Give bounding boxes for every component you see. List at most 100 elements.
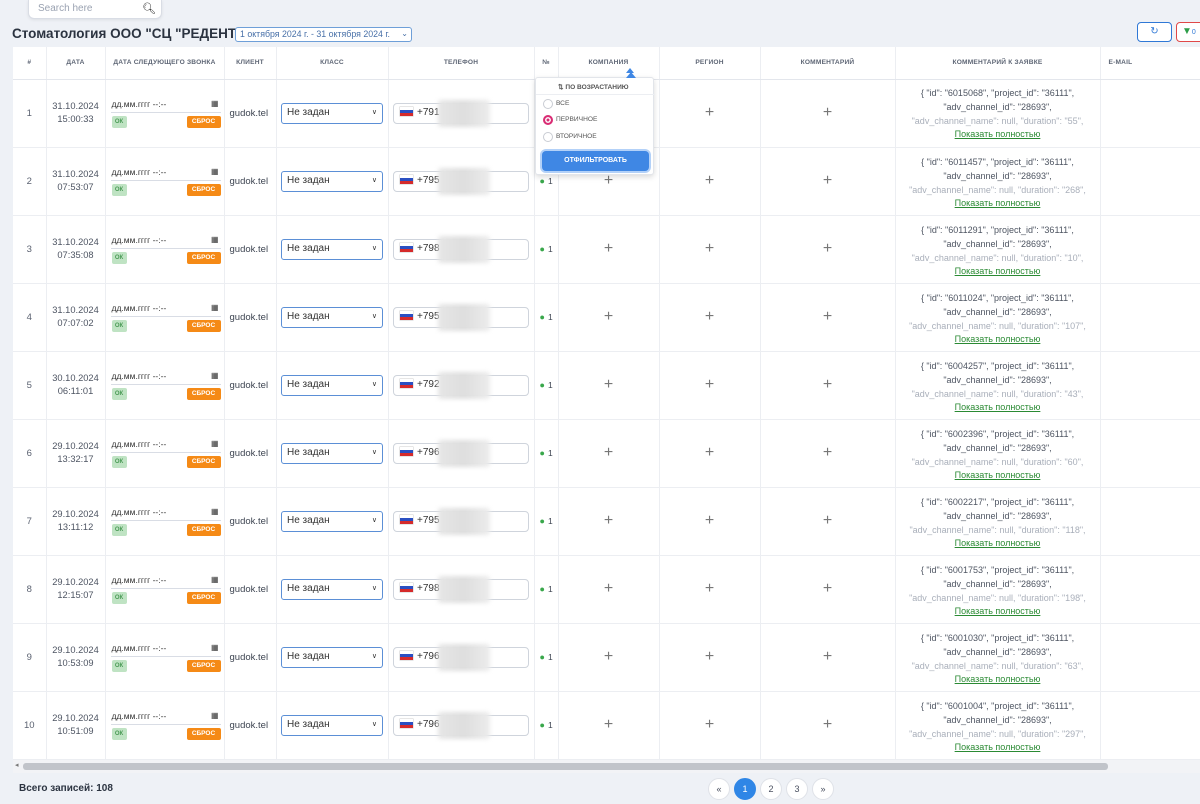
- filter-option-primary[interactable]: Первичное: [543, 114, 647, 126]
- search-icon[interactable]: 🔍︎: [142, 2, 156, 15]
- table-row[interactable]: 10 29.10.2024 10:51:09 дд.мм.гггг --:-- ▦ О…: [13, 691, 1200, 760]
- reset-button[interactable]: СБРОС: [186, 728, 221, 740]
- col-number-header[interactable]: №: [534, 47, 559, 80]
- ok-button[interactable]: ОК: [111, 184, 127, 196]
- col-class-header[interactable]: Класс: [276, 47, 389, 80]
- add-region-icon[interactable]: +: [705, 716, 714, 733]
- russia-flag-icon[interactable]: [400, 106, 413, 116]
- refresh-button[interactable]: ↻: [1137, 22, 1172, 42]
- add-company-icon[interactable]: +: [604, 376, 613, 393]
- add-comment-icon[interactable]: +: [823, 240, 832, 257]
- page-button[interactable]: 2: [760, 778, 782, 800]
- prev-page-button[interactable]: «: [708, 778, 730, 800]
- radio-icon[interactable]: [543, 132, 553, 142]
- reset-button[interactable]: СБРОС: [186, 252, 221, 264]
- table-row[interactable]: 9 29.10.2024 10:53:09 дд.мм.гггг --:-- ▦ ОК…: [13, 623, 1200, 692]
- next-call-date-input[interactable]: дд.мм.гггг --:-- ▦: [110, 642, 221, 657]
- class-select[interactable]: Не задан ∨: [281, 102, 383, 124]
- radio-selected-icon[interactable]: [543, 115, 553, 125]
- phone-input[interactable]: +796: [393, 643, 529, 671]
- next-call-date-input[interactable]: дд.мм.гггг --:-- ▦: [110, 574, 221, 589]
- show-full-link[interactable]: Показать полностью: [896, 333, 1100, 345]
- phone-input[interactable]: +798: [393, 235, 529, 263]
- reset-button[interactable]: СБРОС: [186, 660, 221, 672]
- add-company-icon[interactable]: +: [604, 512, 613, 529]
- reset-button[interactable]: СБРОС: [186, 116, 221, 128]
- table-row[interactable]: 5 30.10.2024 06:11:01 дд.мм.гггг --:-- ▦ ОК…: [13, 351, 1200, 420]
- reset-button[interactable]: СБРОС: [186, 592, 221, 604]
- calendar-icon[interactable]: ▦: [211, 711, 219, 720]
- ok-button[interactable]: ОК: [111, 660, 127, 672]
- col-date-header[interactable]: Дата: [46, 47, 106, 80]
- add-comment-icon[interactable]: +: [823, 172, 832, 189]
- calendar-icon[interactable]: ▦: [211, 439, 219, 448]
- class-select[interactable]: Не задан ∨: [281, 578, 383, 600]
- add-company-icon[interactable]: +: [604, 444, 613, 461]
- add-comment-icon[interactable]: +: [823, 512, 832, 529]
- horizontal-scrollbar[interactable]: ◂: [13, 760, 1200, 773]
- table-row[interactable]: 3 31.10.2024 07:35:08 дд.мм.гггг --:-- ▦ ОК…: [13, 215, 1200, 284]
- add-comment-icon[interactable]: +: [823, 104, 832, 121]
- col-comment-header[interactable]: Комментарий: [760, 47, 896, 80]
- table-row[interactable]: 4 31.10.2024 07:07:02 дд.мм.гггг --:-- ▦ ОК…: [13, 283, 1200, 352]
- class-select[interactable]: Не задан ∨: [281, 170, 383, 192]
- reset-button[interactable]: СБРОС: [186, 456, 221, 468]
- russia-flag-icon[interactable]: [400, 650, 413, 660]
- phone-input[interactable]: +796: [393, 711, 529, 739]
- filter-button[interactable]: ▼0: [1176, 22, 1200, 42]
- next-page-button[interactable]: »: [812, 778, 834, 800]
- class-select[interactable]: Не задан ∨: [281, 510, 383, 532]
- russia-flag-icon[interactable]: [400, 310, 413, 320]
- add-comment-icon[interactable]: +: [823, 648, 832, 665]
- add-region-icon[interactable]: +: [705, 172, 714, 189]
- show-full-link[interactable]: Показать полностью: [896, 197, 1100, 209]
- class-select[interactable]: Не задан ∨: [281, 646, 383, 668]
- russia-flag-icon[interactable]: [400, 242, 413, 252]
- add-comment-icon[interactable]: +: [823, 376, 832, 393]
- ok-button[interactable]: ОК: [111, 116, 127, 128]
- calendar-icon[interactable]: ▦: [211, 167, 219, 176]
- table-row[interactable]: 8 29.10.2024 12:15:07 дд.мм.гггг --:-- ▦ ОК…: [13, 555, 1200, 624]
- class-select[interactable]: Не задан ∨: [281, 714, 383, 736]
- class-select[interactable]: Не задан ∨: [281, 374, 383, 396]
- phone-input[interactable]: +792: [393, 371, 529, 399]
- show-full-link[interactable]: Показать полностью: [896, 265, 1100, 277]
- page-button[interactable]: 3: [786, 778, 808, 800]
- add-comment-icon[interactable]: +: [823, 308, 832, 325]
- apply-filter-button[interactable]: Отфильтровать: [542, 151, 649, 171]
- calendar-icon[interactable]: ▦: [211, 643, 219, 652]
- phone-input[interactable]: +795: [393, 167, 529, 195]
- add-company-icon[interactable]: +: [604, 308, 613, 325]
- phone-input[interactable]: +795: [393, 507, 529, 535]
- ok-button[interactable]: ОК: [111, 456, 127, 468]
- col-phone-header[interactable]: Телефон: [388, 47, 535, 80]
- reset-button[interactable]: СБРОС: [186, 524, 221, 536]
- show-full-link[interactable]: Показать полностью: [896, 469, 1100, 481]
- ok-button[interactable]: ОК: [111, 252, 127, 264]
- scrollbar-thumb[interactable]: [23, 763, 1108, 770]
- ok-button[interactable]: ОК: [111, 728, 127, 740]
- add-company-icon[interactable]: +: [604, 716, 613, 733]
- col-request-comment-header[interactable]: Комментарий к заявке: [895, 47, 1101, 80]
- table-row[interactable]: 6 29.10.2024 13:32:17 дд.мм.гггг --:-- ▦ ОК…: [13, 419, 1200, 488]
- show-full-link[interactable]: Показать полностью: [896, 128, 1100, 140]
- russia-flag-icon[interactable]: [400, 378, 413, 388]
- phone-input[interactable]: +798: [393, 575, 529, 603]
- add-comment-icon[interactable]: +: [823, 716, 832, 733]
- reset-button[interactable]: СБРОС: [186, 320, 221, 332]
- calendar-icon[interactable]: ▦: [211, 303, 219, 312]
- next-call-date-input[interactable]: дд.мм.гггг --:-- ▦: [110, 710, 221, 725]
- radio-icon[interactable]: [543, 99, 553, 109]
- show-full-link[interactable]: Показать полностью: [896, 605, 1100, 617]
- reset-button[interactable]: СБРОС: [186, 184, 221, 196]
- reset-button[interactable]: СБРОС: [186, 388, 221, 400]
- russia-flag-icon[interactable]: [400, 446, 413, 456]
- date-range-select[interactable]: 1 октября 2024 г. - 31 октября 2024 г. ⌄: [235, 27, 412, 42]
- ok-button[interactable]: ОК: [111, 388, 127, 400]
- search-box[interactable]: 🔍︎: [28, 0, 162, 19]
- col-client-header[interactable]: Клиент: [224, 47, 277, 80]
- search-input[interactable]: [38, 3, 138, 14]
- add-company-icon[interactable]: +: [604, 240, 613, 257]
- table-row[interactable]: 7 29.10.2024 13:11:12 дд.мм.гггг --:-- ▦ ОК…: [13, 487, 1200, 556]
- next-call-date-input[interactable]: дд.мм.гггг --:-- ▦: [110, 370, 221, 385]
